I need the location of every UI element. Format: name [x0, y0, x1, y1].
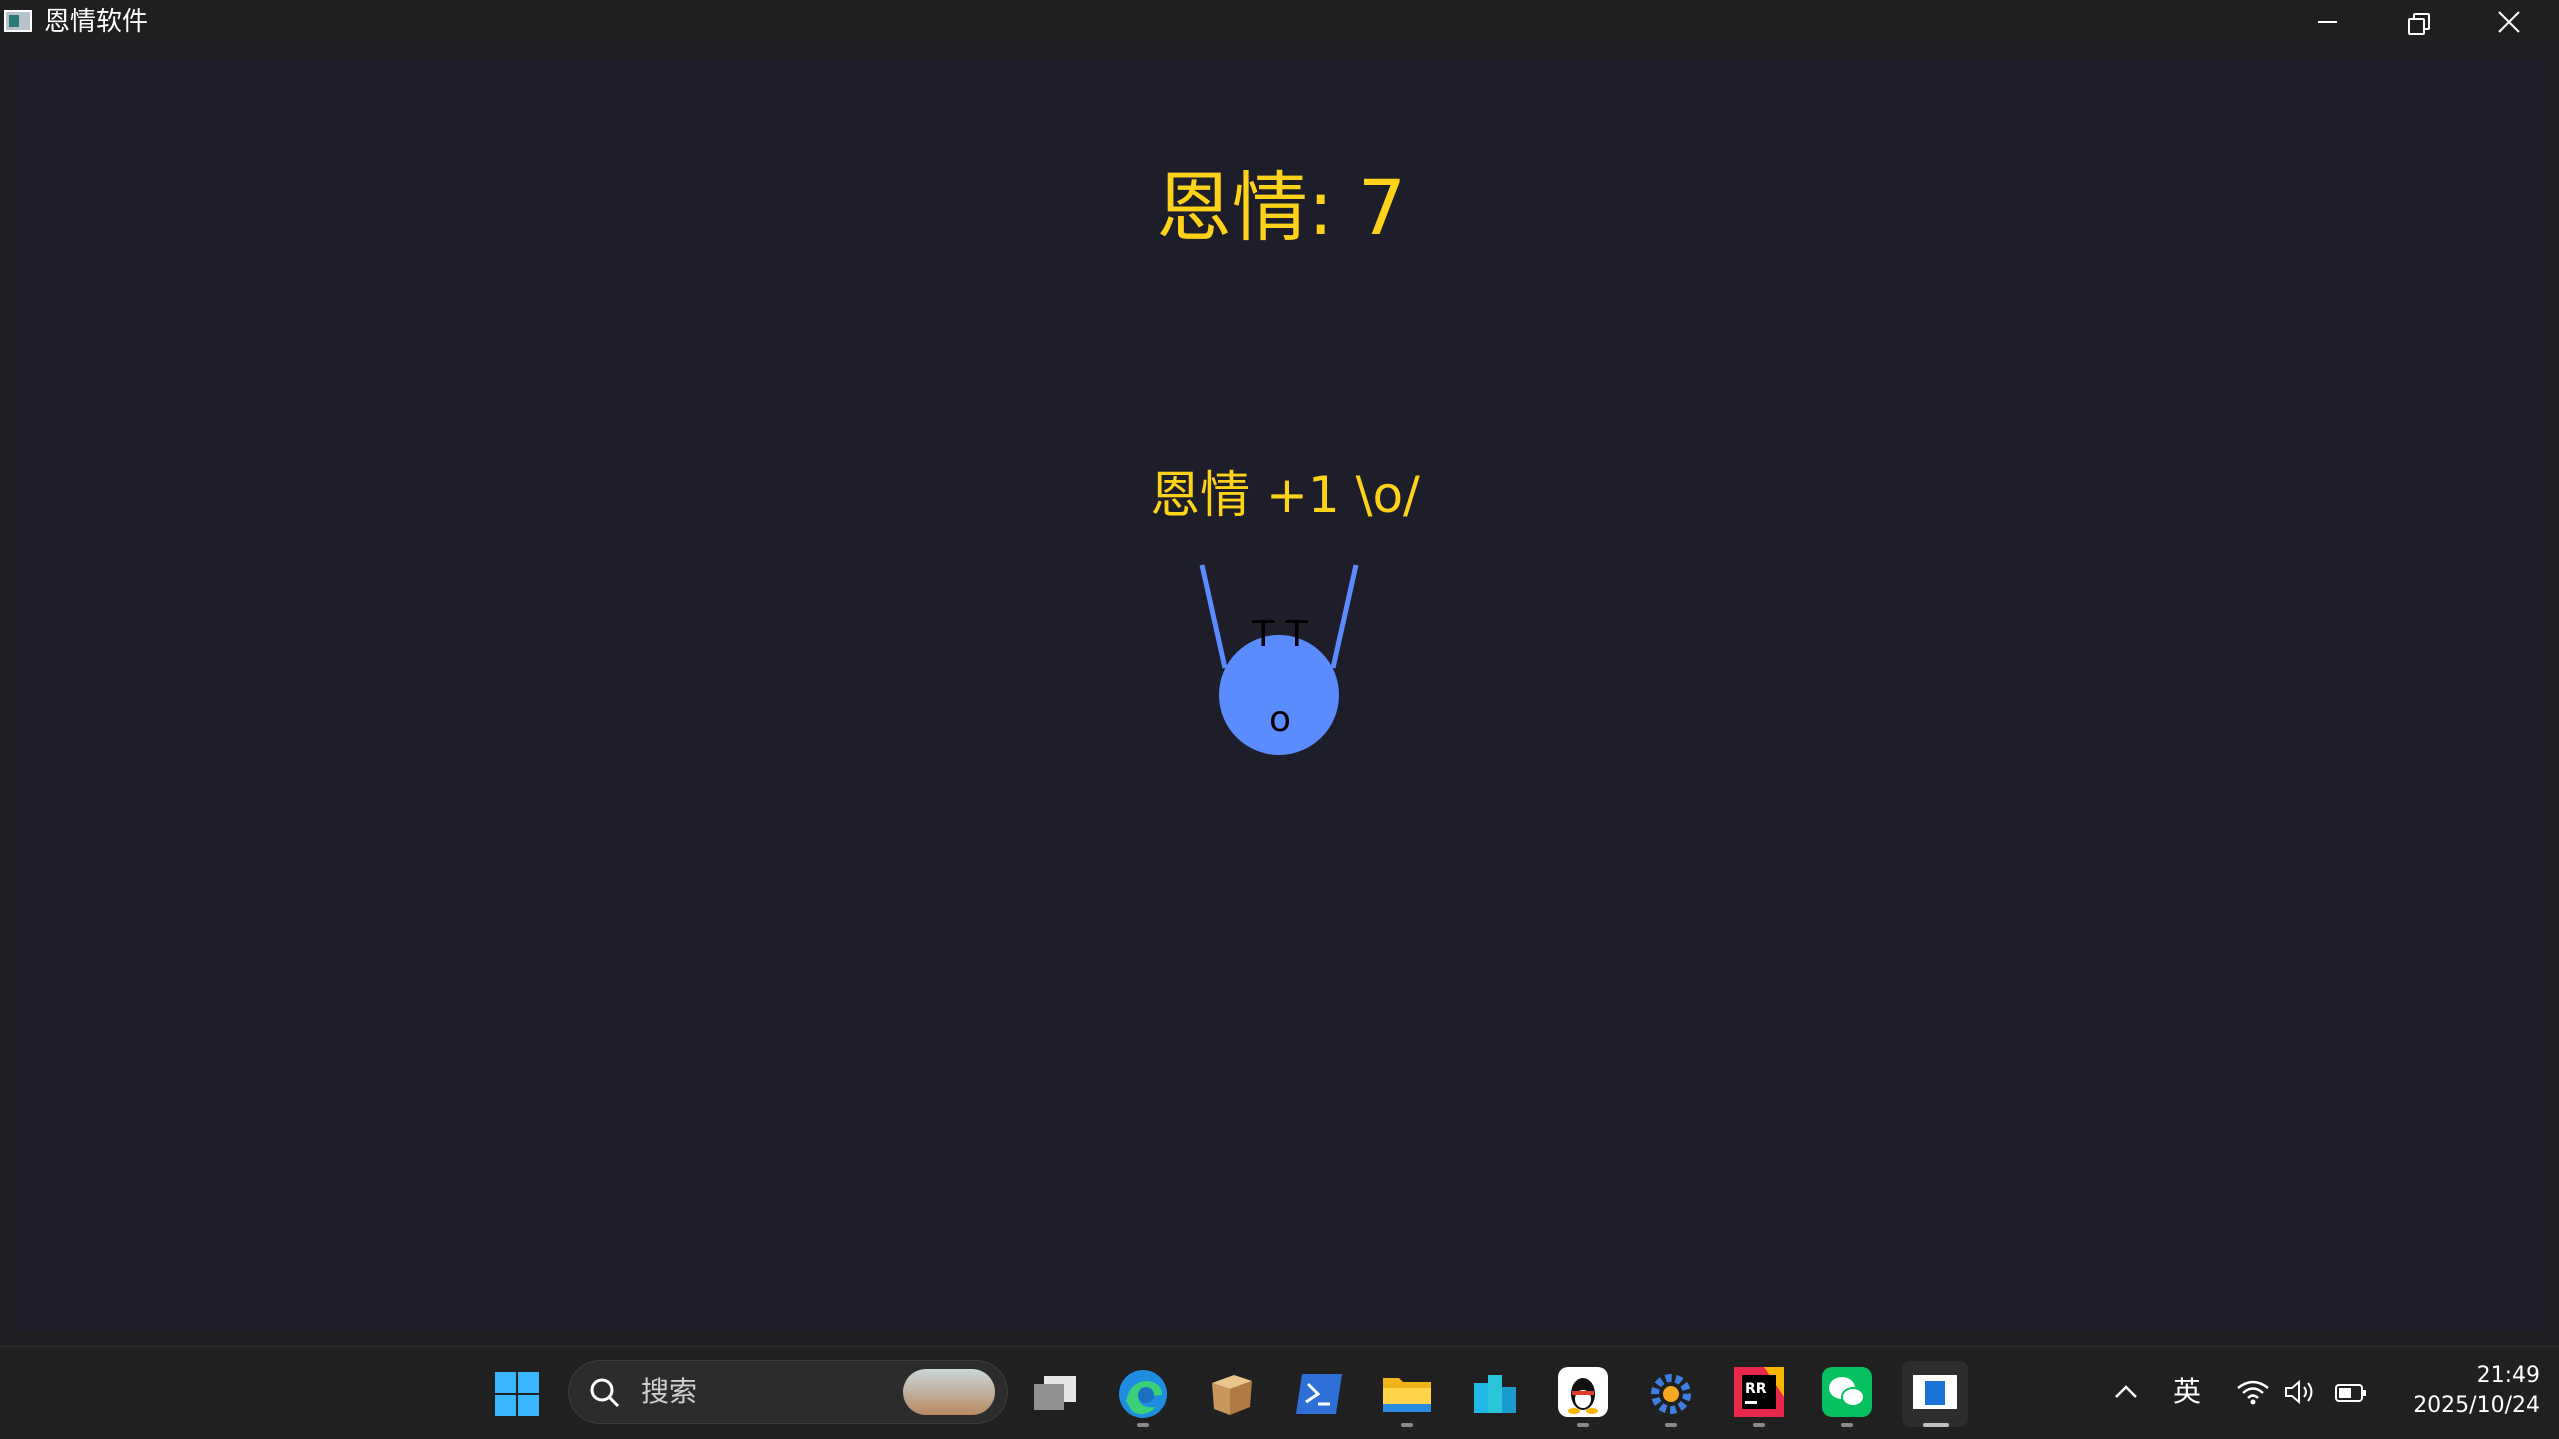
title-bar[interactable]: 恩情软件 [0, 0, 2559, 44]
minimize-button[interactable] [2282, 0, 2372, 44]
windows-start-icon [495, 1372, 539, 1416]
task-view-button[interactable] [1022, 1361, 1088, 1427]
wechat-icon [1822, 1367, 1872, 1417]
search-highlight-icon [903, 1369, 995, 1415]
wifi-icon[interactable] [2236, 1378, 2270, 1406]
terminal-icon [1296, 1374, 1342, 1414]
taskbar-search[interactable]: 搜索 [568, 1360, 1008, 1424]
close-button[interactable] [2464, 0, 2554, 44]
search-icon [590, 1378, 620, 1408]
app-icon [4, 10, 32, 32]
chevron-up-icon[interactable] [2113, 1382, 2139, 1402]
taskbar-terminal[interactable] [1286, 1361, 1352, 1427]
start-button[interactable] [484, 1361, 550, 1427]
score-label: 恩情: 7 [1155, 163, 1407, 252]
package-icon [1212, 1375, 1252, 1415]
rider-ide-icon: RR [1734, 1367, 1784, 1417]
svg-text:RR: RR [1745, 1381, 1767, 1397]
taskbar-settings[interactable] [1638, 1361, 1704, 1427]
settings-gear-icon [1651, 1374, 1691, 1414]
app-window: 恩情软件 恩情: 7 恩情 +1 \o/ T T o [0, 0, 2559, 1346]
taskbar-rider[interactable]: RR [1726, 1361, 1792, 1427]
battery-icon[interactable] [2334, 1382, 2368, 1404]
clock-date: 2025/10/24 [2413, 1393, 2540, 1418]
file-explorer-icon [1383, 1378, 1431, 1412]
cloud-db-icon [1474, 1375, 1516, 1413]
taskbar-file-explorer[interactable] [1374, 1361, 1440, 1427]
window-title: 恩情软件 [44, 7, 149, 37]
restore-button[interactable] [2373, 0, 2463, 44]
active-window-icon [1913, 1375, 1957, 1409]
close-icon [2498, 11, 2520, 33]
taskbar: 搜索 RR 英 21:49 2025/10/24 [0, 1346, 2559, 1439]
taskbar-clock[interactable]: 21:49 2025/10/24 [2380, 1361, 2540, 1421]
creature-mouth: o [1268, 699, 1292, 740]
clock-time: 21:49 [2476, 1363, 2540, 1388]
creature-eyes: T T [1252, 614, 1308, 655]
task-view-icon [1034, 1376, 1076, 1410]
input-method-indicator[interactable]: 英 [2173, 1375, 2201, 1409]
taskbar-edge[interactable] [1110, 1361, 1176, 1427]
taskbar-qq[interactable] [1550, 1361, 1616, 1427]
taskbar-cloud-db[interactable] [1462, 1361, 1528, 1427]
qq-icon [1558, 1367, 1608, 1417]
volume-icon[interactable] [2284, 1378, 2316, 1406]
taskbar-active-window[interactable] [1902, 1361, 1968, 1427]
taskbar-package[interactable] [1198, 1361, 1264, 1427]
edge-icon [1119, 1370, 1167, 1418]
taskbar-wechat[interactable] [1814, 1361, 1880, 1427]
search-placeholder: 搜索 [641, 1375, 698, 1408]
